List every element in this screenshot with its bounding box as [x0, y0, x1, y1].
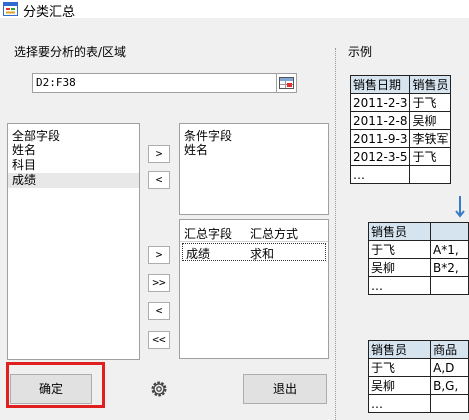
remove-summary-button[interactable]: < [148, 302, 170, 320]
panel-divider [335, 48, 336, 420]
condition-fields-header: 条件字段 [184, 129, 233, 143]
table-row[interactable]: 成绩 求和 [182, 243, 326, 261]
table-row: 2011-2-3 于飞 [349, 93, 452, 112]
table-cell: 于飞 [409, 93, 452, 112]
table-row: … [367, 276, 469, 295]
table-cell: A*1, [430, 240, 469, 259]
remove-all-summary-button[interactable]: << [148, 331, 170, 349]
example-label: 示例 [348, 45, 373, 59]
table-header-cell: 销售员 [367, 340, 432, 359]
arrow-down-icon [455, 196, 465, 218]
table-header-cell [430, 222, 469, 241]
table-header-row: 销售员 商品 [367, 340, 469, 359]
summary-field-cell[interactable]: 成绩 [183, 244, 247, 261]
add-condition-button[interactable]: > [148, 145, 170, 163]
table-cell: 2011-2-3 [349, 93, 411, 112]
table-header-cell: 商品 [430, 340, 469, 359]
table-cell [409, 165, 452, 184]
list-item[interactable]: 姓名 [180, 143, 328, 158]
table-cell: 2012-3-5 [349, 147, 411, 166]
table-cell: 吴柳 [409, 111, 452, 130]
all-fields-list[interactable]: 全部字段 姓名 科目 成绩 [7, 123, 140, 360]
range-label: 选择要分析的表/区域 [14, 45, 127, 59]
column-header-field: 汇总字段 [184, 227, 233, 241]
summary-grid-header: 汇总字段 汇总方式 [180, 220, 328, 242]
column-header-method: 汇总方式 [250, 227, 299, 241]
all-fields-header: 全部字段 [12, 129, 61, 143]
add-summary-button[interactable]: > [148, 246, 170, 264]
table-cell: 2011-9-3 [349, 129, 411, 148]
table-cell: B,G, [430, 376, 469, 395]
table-cell [430, 276, 469, 295]
list-item-selected[interactable]: 成绩 [8, 173, 139, 188]
table-cell: … [367, 276, 432, 295]
table-row: 吴柳 B,G, [367, 376, 469, 395]
table-cell: A,D [430, 358, 469, 377]
remove-condition-button[interactable]: < [148, 171, 170, 189]
list-item[interactable]: 科目 [8, 158, 139, 173]
table-cell: … [367, 394, 432, 413]
window-title: 分类汇总 [23, 5, 76, 20]
table-cell: 李铁军 [409, 129, 452, 148]
list-item[interactable]: 姓名 [8, 143, 139, 158]
table-row: 吴柳 B*2, [367, 258, 469, 277]
table-row: … [367, 394, 469, 413]
example-table-concat: 销售员 商品 于飞 A,D 吴柳 B,G, … [367, 340, 469, 413]
table-cell: B*2, [430, 258, 469, 277]
table-row: 于飞 A,D [367, 358, 469, 377]
app-icon [3, 2, 18, 16]
condition-fields-list[interactable]: 条件字段 姓名 [179, 123, 329, 215]
highlight-box [6, 362, 105, 408]
settings-gear-icon[interactable] [148, 378, 170, 400]
table-row: 2011-2-8 吴柳 [349, 111, 452, 130]
table-cell: 于飞 [367, 240, 432, 259]
table-header-row: 销售日期 销售员 [349, 75, 452, 94]
table-row: 2011-9-3 李铁军 [349, 129, 452, 148]
table-row: … [349, 165, 452, 184]
table-header-cell: 销售员 [409, 75, 452, 94]
title-bar: 分类汇总 [0, 0, 469, 20]
summary-grid[interactable]: 汇总字段 汇总方式 成绩 求和 [179, 219, 329, 359]
example-table-source: 销售日期 销售员 2011-2-3 于飞 2011-2-8 吴柳 2011-9-3 李… [349, 75, 452, 184]
example-table-sum: 销售员 于飞 A*1, 吴柳 B*2, … [367, 222, 469, 295]
table-header-cell: 销售日期 [349, 75, 411, 94]
range-select-icon [279, 77, 294, 89]
table-cell: … [349, 165, 411, 184]
table-cell: 2011-2-8 [349, 111, 411, 130]
exit-button[interactable]: 退出 [243, 374, 327, 404]
table-header-cell: 销售员 [367, 222, 432, 241]
table-cell: 于飞 [367, 358, 432, 377]
add-all-summary-button[interactable]: >> [148, 274, 170, 292]
range-picker-button[interactable] [276, 73, 297, 93]
table-row: 2012-3-5 于飞 [349, 147, 452, 166]
table-cell: 于飞 [409, 147, 452, 166]
table-cell [430, 394, 469, 413]
table-row: 于飞 A*1, [367, 240, 469, 259]
table-cell: 吴柳 [367, 258, 432, 277]
summary-method-cell[interactable]: 求和 [247, 244, 277, 261]
table-cell: 吴柳 [367, 376, 432, 395]
range-input[interactable]: D2:F38 [32, 73, 277, 93]
table-header-row: 销售员 [367, 222, 469, 241]
